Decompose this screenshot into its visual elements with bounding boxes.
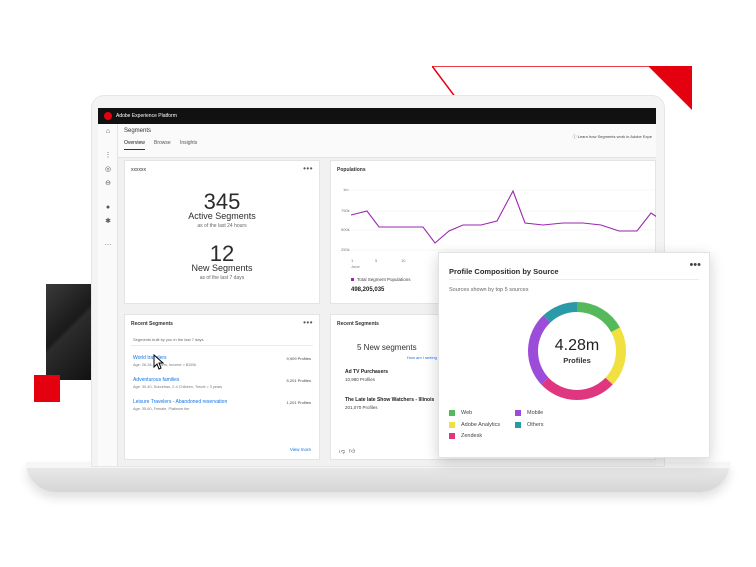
profile-composition-card: Profile Composition by Source ••• Source… bbox=[438, 252, 710, 458]
how-seeing-link[interactable]: How am I seeing bbox=[407, 355, 437, 360]
divider bbox=[131, 345, 313, 346]
x-tick: 1 bbox=[351, 258, 354, 263]
y-tick: 1m bbox=[343, 187, 349, 192]
population-series-line bbox=[350, 189, 656, 244]
legend-label: Web bbox=[461, 410, 473, 416]
decorative-dark-block bbox=[46, 284, 92, 380]
more-icon[interactable]: … bbox=[104, 240, 112, 248]
segment-link[interactable]: Adventurous families bbox=[133, 377, 179, 383]
legend-label: Total Segment Populations bbox=[357, 277, 411, 282]
profile-icon[interactable]: ● bbox=[104, 204, 112, 212]
x-tick: 10 bbox=[401, 258, 406, 263]
tab-browse[interactable]: Browse bbox=[154, 140, 171, 149]
more-options-icon[interactable]: ••• bbox=[303, 164, 313, 173]
segment-name[interactable]: Ad TV Purchasers bbox=[345, 369, 388, 375]
y-tick: 500k bbox=[341, 227, 350, 232]
legend-label: Adobe Analytics bbox=[461, 422, 501, 428]
active-caption: as of the last 24 hours bbox=[197, 223, 247, 229]
legend-zendesk: Zendesk bbox=[449, 433, 482, 439]
learn-more-label: Learn how Segments work in Adobe Expe bbox=[577, 134, 652, 139]
segment-desc: Age: 35-60, Female, Platinum tier bbox=[133, 407, 190, 411]
view-more-link[interactable]: View more bbox=[290, 447, 311, 452]
page-title: Segments bbox=[124, 128, 152, 134]
legend-swatch bbox=[449, 410, 455, 416]
segment-count: 201,070 Profiles bbox=[345, 405, 378, 410]
thumbs-up-icon[interactable]: 👍︎ bbox=[349, 447, 355, 455]
donut-slice-zendesk bbox=[541, 377, 613, 400]
donut-center-label: Profiles bbox=[563, 356, 591, 365]
legend-swatch bbox=[449, 422, 455, 428]
app-topbar: Adobe Experience Platform bbox=[98, 108, 656, 124]
thumbs-down-icon[interactable]: 👎︎ bbox=[339, 447, 345, 455]
legend-swatch bbox=[515, 410, 521, 416]
donut-slice-web bbox=[576, 302, 620, 333]
card-title: Profile Composition by Source bbox=[449, 267, 559, 276]
decorative-red-square bbox=[34, 375, 60, 402]
recent-segments-card: Recent Segments ••• Segments built by yo… bbox=[124, 314, 320, 460]
laptop-base bbox=[26, 462, 730, 492]
total-population: 498,205,035 bbox=[351, 287, 385, 293]
legend-adobe-analytics: Adobe Analytics bbox=[449, 422, 500, 428]
left-rail: ⌂ ⋮ ◎ ⊖ ● ✱ … bbox=[98, 124, 118, 466]
active-label: Active Segments bbox=[188, 211, 256, 221]
segment-name[interactable]: The Late late Show Watchers - Illinois bbox=[345, 397, 434, 403]
card-subtitle: Sources shown by top 5 sources bbox=[449, 287, 529, 293]
tab-overview[interactable]: Overview bbox=[124, 140, 145, 150]
x-tick: 5 bbox=[375, 258, 378, 263]
card-subtitle: Segments built by you in the last 7 days bbox=[133, 337, 204, 342]
legend-label: Mobile bbox=[527, 410, 544, 416]
more-options-icon[interactable]: ••• bbox=[689, 259, 701, 271]
segment-count: 10,980 Profiles bbox=[345, 377, 376, 382]
more-options-icon[interactable]: ••• bbox=[303, 318, 313, 327]
card-title: Recent Segments bbox=[131, 321, 173, 327]
legend-label: Others bbox=[527, 422, 544, 428]
card-title: Recent Segments bbox=[337, 321, 379, 327]
segment-count: 9,909 Profiles bbox=[286, 356, 311, 361]
segment-count: 1,201 Profiles bbox=[286, 400, 311, 405]
segments-icon[interactable]: ⋮ bbox=[104, 152, 112, 160]
legend-swatch bbox=[515, 422, 521, 428]
new-caption: as of the last 7 days bbox=[199, 275, 245, 281]
legend-mobile: Mobile bbox=[515, 410, 543, 416]
home-icon[interactable]: ⌂ bbox=[104, 128, 112, 136]
segment-count: 5,201 Profiles bbox=[286, 378, 311, 383]
adobe-logo-icon[interactable] bbox=[104, 112, 112, 120]
active-segments-card: xxxxxx ••• 345 Active Segments as of the… bbox=[124, 160, 320, 304]
segment-desc: Age: 30-40, Suburban, 2-4 Children, Trav… bbox=[133, 385, 223, 389]
y-tick: 750k bbox=[341, 208, 350, 213]
app-title: Adobe Experience Platform bbox=[116, 113, 177, 119]
learn-more-link[interactable]: ⓘ Learn how Segments work in Adobe Expe bbox=[573, 134, 652, 140]
new-segments-headline: 5 New segments bbox=[357, 343, 417, 352]
donut-center-value: 4.28m bbox=[554, 337, 600, 354]
y-tick: 250k bbox=[341, 247, 350, 252]
tab-insights[interactable]: Insights bbox=[180, 140, 197, 149]
target-icon[interactable]: ◎ bbox=[104, 166, 112, 174]
divider bbox=[449, 279, 699, 280]
donut-slice-others bbox=[543, 302, 578, 323]
segment-link[interactable]: Leisure Travelers - Abandoned reservatio… bbox=[133, 399, 227, 405]
legend-swatch bbox=[449, 433, 455, 439]
new-label: New Segments bbox=[191, 263, 253, 273]
mouse-cursor-icon bbox=[153, 354, 165, 370]
page-header: Segments Overview Browse Insights ⓘ Lear… bbox=[118, 124, 656, 158]
legend-web: Web bbox=[449, 410, 472, 416]
settings-icon[interactable]: ✱ bbox=[104, 218, 112, 226]
card-title: xxxxxx bbox=[131, 167, 146, 173]
x-month: June bbox=[351, 264, 360, 269]
sources-icon[interactable]: ⊖ bbox=[104, 180, 112, 188]
legend-others: Others bbox=[515, 422, 544, 428]
legend-label: Zendesk bbox=[461, 433, 483, 439]
